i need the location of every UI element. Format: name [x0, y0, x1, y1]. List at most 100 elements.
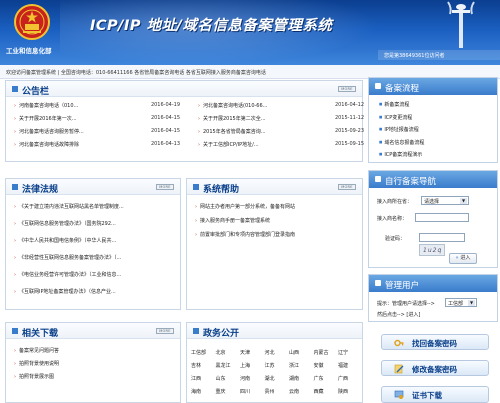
- self-nav-panel: 自行备案导航 接入商所在省： 请选择 ▼ 接入商名称： 验证码： 1u2q » …: [368, 170, 498, 268]
- law-item-text: 《互联网IP地址备案管理办法》（信息产业...: [19, 289, 116, 295]
- captcha-image[interactable]: 1u2q: [419, 244, 445, 256]
- gov-region-link[interactable]: 湖北: [265, 375, 275, 382]
- gov-region-link[interactable]: 山东: [216, 375, 226, 382]
- bullet-icon: [375, 280, 381, 286]
- gov-region-link[interactable]: 辽宁: [338, 349, 348, 356]
- gov-region-link[interactable]: 北京: [216, 349, 226, 356]
- bullet-icon: [193, 184, 199, 190]
- laws-panel: 法律法规 MORE › 《关于建立境内违法互联网站黑名单管理制度... › 《互联网信…: [5, 178, 181, 310]
- process-item[interactable]: ICP变更流程: [379, 114, 412, 121]
- process-item[interactable]: 域名信息报备流程: [379, 139, 424, 146]
- help-item[interactable]: › 接入服务商手册一备案管理系统: [195, 217, 270, 227]
- laws-title: 法律法规: [22, 185, 59, 195]
- laws-more-button[interactable]: MORE: [156, 184, 174, 190]
- help-more-button[interactable]: MORE: [338, 184, 356, 190]
- admin-enter-link[interactable]: 然后点击--> [进入]: [377, 311, 420, 318]
- gov-region-link[interactable]: 安徽: [314, 362, 324, 369]
- gov-region-link[interactable]: 浙江: [289, 362, 299, 369]
- gov-region-link[interactable]: 河北: [265, 349, 275, 356]
- gov-region-link[interactable]: 湖南: [289, 375, 299, 382]
- gov-region-link[interactable]: 河南: [240, 375, 250, 382]
- announcement-date: 2015-09-15: [334, 141, 364, 147]
- law-item-text: 《互联网信息服务管理办法》（国务院292...: [19, 221, 116, 227]
- announcement-item[interactable]: › 河北备案咨询电话故障排除 2016-04-13: [14, 141, 180, 151]
- self-nav-go-button[interactable]: » 进入: [449, 253, 477, 264]
- announcements-more-button[interactable]: MORE: [338, 86, 356, 92]
- help-item[interactable]: › 前置审批部门和专项内容管理部门登录指南: [195, 231, 295, 241]
- admin-panel: 管理用户 提示：管理用户请选择--> 工信部 ▼ 然后点击--> [进入]: [368, 274, 498, 322]
- download-item[interactable]: › 备案常见问题问答: [14, 347, 59, 357]
- announcement-text: 关于开展2015年第二次全...: [203, 116, 266, 122]
- gov-region-link[interactable]: 海南: [191, 388, 201, 395]
- law-item[interactable]: › 《中华人民共和国电信条例》（中华人民共...: [14, 237, 116, 247]
- bullet-icon: [193, 328, 199, 334]
- announcement-item[interactable]: › 河南备案咨询电话（010... 2016-04-19: [14, 102, 180, 112]
- download-item[interactable]: › 拍照背景使用说明: [14, 360, 59, 370]
- announcement-item[interactable]: › 关于开展2015年第二次全... 2015-11-12: [198, 115, 364, 125]
- announcement-item[interactable]: › 2015年各省管局备案咨询... 2015-09-23: [198, 128, 364, 138]
- gov-panel: 政务公开 工信部 北京 天津 河北 山西 内蒙古 辽宁吉林 黑龙江 上海 江苏 浙江 安徽 福建江西 山东…: [186, 322, 363, 403]
- gov-region-link[interactable]: 西藏: [314, 388, 324, 395]
- announcement-item[interactable]: › 河北备案咨询电话(010-66... 2016-04-12: [198, 102, 364, 112]
- download-item-text: 备案常见问题问答: [19, 348, 60, 354]
- process-item[interactable]: ICP备案流程演示: [379, 151, 422, 158]
- gov-region-link[interactable]: 贵州: [265, 388, 275, 395]
- announcement-item[interactable]: › 关于工信部ICP/IP地址/... 2015-09-15: [198, 141, 364, 151]
- announcement-date: 2016-04-15: [150, 128, 180, 134]
- find-password-button[interactable]: 找回备案密码: [381, 334, 489, 350]
- help-header: 系统帮助 MORE: [187, 179, 362, 195]
- announcement-item[interactable]: › 关于开展2016年第一次... 2016-04-15: [14, 115, 180, 125]
- gov-region-link[interactable]: 重庆: [216, 388, 226, 395]
- admin-title: 管理用户: [385, 281, 420, 291]
- law-item-text: 《非经营性互联网信息服务备案管理办法》（...: [19, 255, 122, 261]
- law-item-text: 《中华人民共和国电信条例》（中华人民共...: [19, 238, 117, 244]
- admin-prompt: 提示：管理用户请选择-->: [377, 301, 435, 307]
- admin-select-value: 工信部: [448, 301, 464, 307]
- province-label: 接入商所在省：: [377, 199, 413, 205]
- gov-region-link[interactable]: 江西: [191, 375, 201, 382]
- gov-region-link[interactable]: 广东: [314, 375, 324, 382]
- law-item[interactable]: › 《电信业务经营许可管理办法》（工业和信息...: [14, 271, 121, 281]
- gov-region-link[interactable]: 吉林: [191, 362, 201, 369]
- gov-region-link[interactable]: 天津: [240, 349, 250, 356]
- announcement-item[interactable]: › 河北备案电话咨询服务暂停... 2016-04-15: [14, 128, 180, 138]
- gov-region-link[interactable]: 山西: [289, 349, 299, 356]
- gov-region-link[interactable]: 内蒙古: [314, 349, 329, 356]
- gov-region-link[interactable]: 福建: [338, 362, 348, 369]
- admin-select[interactable]: 工信部 ▼: [445, 298, 477, 307]
- downloads-more-button[interactable]: MORE: [156, 328, 174, 334]
- gov-region-link[interactable]: 广西: [338, 375, 348, 382]
- province-select-value: 请选择: [424, 199, 440, 205]
- law-item-text: 《电信业务经营许可管理办法》（工业和信息...: [19, 272, 122, 278]
- cert-download-button[interactable]: 证书下载: [381, 386, 489, 403]
- bullet-icon: [375, 176, 381, 182]
- gov-region-link[interactable]: 云南: [289, 388, 299, 395]
- gov-region-link[interactable]: 工信部: [191, 349, 206, 356]
- certificate-icon: [394, 390, 404, 399]
- gov-region-link[interactable]: 四川: [240, 388, 250, 395]
- chevron-down-icon: ▼: [468, 300, 475, 306]
- downloads-header: 相关下载 MORE: [6, 323, 180, 339]
- law-item[interactable]: › 《关于建立境内违法互联网站黑名单管理制度...: [14, 203, 124, 213]
- gov-region-link[interactable]: 江苏: [265, 362, 275, 369]
- change-password-button[interactable]: 修改备案密码: [381, 360, 489, 376]
- captcha-input[interactable]: [419, 233, 465, 242]
- gov-region-link[interactable]: 黑龙江: [216, 362, 231, 369]
- go-arrow-icon: »: [455, 255, 459, 261]
- announcements-header: 公告栏 MORE: [6, 81, 362, 97]
- provider-name-input[interactable]: [415, 213, 469, 222]
- download-item-text: 拍照背景展示图: [19, 374, 55, 380]
- province-select[interactable]: 请选择 ▼: [421, 196, 469, 205]
- law-item[interactable]: › 《非经营性互联网信息服务备案管理办法》（...: [14, 254, 121, 264]
- download-item[interactable]: › 拍照背景展示图: [14, 373, 54, 383]
- process-item[interactable]: 新备案流程: [379, 101, 409, 108]
- process-item[interactable]: IP地址报备流程: [379, 126, 419, 133]
- gov-header: 政务公开: [187, 323, 362, 339]
- process-title: 备案流程: [385, 84, 420, 94]
- law-item[interactable]: › 《互联网信息服务管理办法》（国务院292...: [14, 220, 116, 230]
- help-item[interactable]: › 网站主办者用户第一部分系统，备备有网站: [195, 203, 295, 213]
- law-item[interactable]: › 《互联网IP地址备案管理办法》（信息产业...: [14, 288, 116, 298]
- gov-region-link[interactable]: 上海: [240, 362, 250, 369]
- chevron-down-icon: ▼: [460, 198, 467, 204]
- gov-region-link[interactable]: 陕西: [338, 388, 348, 395]
